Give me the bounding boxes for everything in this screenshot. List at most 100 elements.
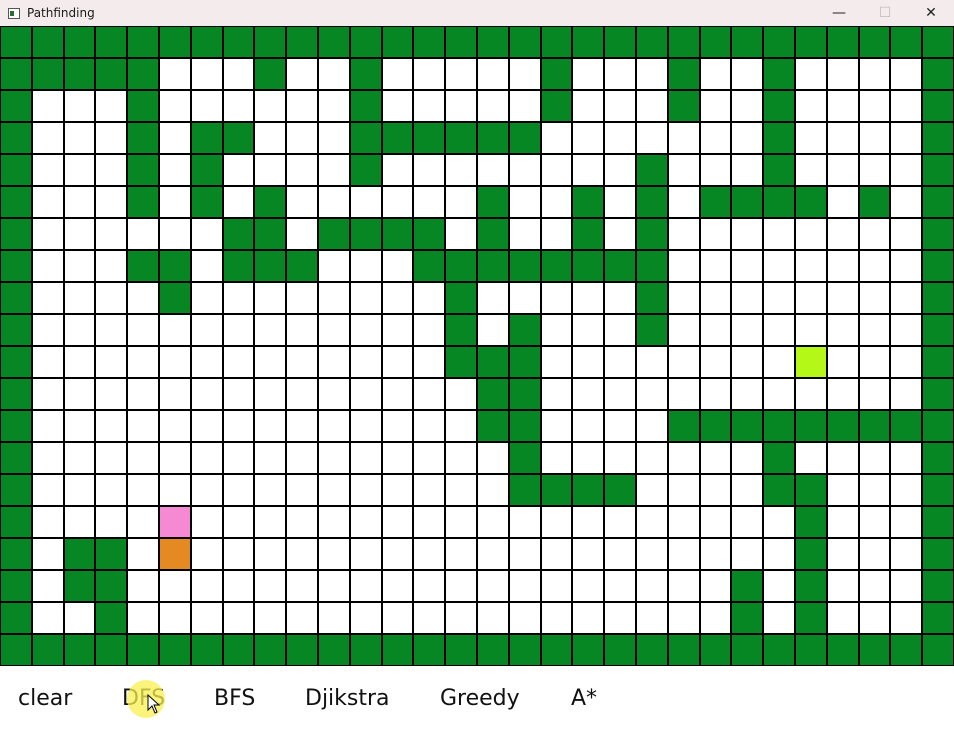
wall-cell[interactable] <box>1 379 31 409</box>
grid-cell[interactable] <box>160 603 190 633</box>
wall-cell[interactable] <box>192 155 222 185</box>
grid-cell[interactable] <box>96 219 126 249</box>
astar-button[interactable]: A* <box>571 666 597 725</box>
grid-cell[interactable] <box>128 283 158 313</box>
grid-cell[interactable] <box>224 315 253 345</box>
grid-cell[interactable] <box>319 379 349 409</box>
grid-cell[interactable] <box>224 347 253 377</box>
grid-cell[interactable] <box>828 91 858 121</box>
wall-cell[interactable] <box>669 59 699 89</box>
grid-cell[interactable] <box>96 91 126 121</box>
wall-cell[interactable] <box>828 635 858 665</box>
grid-cell[interactable] <box>605 443 635 473</box>
wall-cell[interactable] <box>351 155 381 185</box>
grid-cell[interactable] <box>128 411 158 441</box>
grid-cell[interactable] <box>860 379 889 409</box>
grid-cell[interactable] <box>478 315 508 345</box>
wall-cell[interactable] <box>573 187 603 217</box>
wall-cell[interactable] <box>192 187 222 217</box>
wall-cell[interactable] <box>224 251 253 281</box>
grid-cell[interactable] <box>192 507 222 537</box>
grid-cell[interactable] <box>351 475 381 505</box>
grid-cell[interactable] <box>33 315 63 345</box>
maximize-button[interactable]: ☐ <box>862 0 908 26</box>
wall-cell[interactable] <box>128 91 158 121</box>
grid-cell[interactable] <box>128 507 158 537</box>
wall-cell[interactable] <box>923 283 953 313</box>
grid-cell[interactable] <box>446 539 476 569</box>
grid-cell[interactable] <box>319 443 349 473</box>
clear-button[interactable]: clear <box>18 666 72 725</box>
wall-cell[interactable] <box>319 635 349 665</box>
grid-cell[interactable] <box>383 443 412 473</box>
wall-cell[interactable] <box>860 187 889 217</box>
grid-cell[interactable] <box>732 507 762 537</box>
grid-cell[interactable] <box>637 539 667 569</box>
grid-cell[interactable] <box>796 443 826 473</box>
grid-cell[interactable] <box>605 347 635 377</box>
grid-cell[interactable] <box>764 603 794 633</box>
grid-cell[interactable] <box>605 603 635 633</box>
grid-cell[interactable] <box>701 507 730 537</box>
grid-cell[interactable] <box>33 283 63 313</box>
wall-cell[interactable] <box>637 251 667 281</box>
grid-cell[interactable] <box>796 219 826 249</box>
grid-cell[interactable] <box>255 91 285 121</box>
grid-cell[interactable] <box>542 187 571 217</box>
grid-cell[interactable] <box>860 155 889 185</box>
grid-cell[interactable] <box>446 379 476 409</box>
wall-cell[interactable] <box>923 379 953 409</box>
wall-cell[interactable] <box>637 315 667 345</box>
wall-cell[interactable] <box>669 27 699 57</box>
wall-cell[interactable] <box>891 635 921 665</box>
grid-cell[interactable] <box>192 411 222 441</box>
grid-cell[interactable] <box>96 123 126 153</box>
grid-cell[interactable] <box>446 443 476 473</box>
wall-cell[interactable] <box>1 571 31 601</box>
grid-cell[interactable] <box>414 315 444 345</box>
wall-cell[interactable] <box>33 635 63 665</box>
wall-cell[interactable] <box>192 635 222 665</box>
grid-cell[interactable] <box>573 507 603 537</box>
grid-cell[interactable] <box>255 155 285 185</box>
grid-cell[interactable] <box>828 475 858 505</box>
wall-cell[interactable] <box>828 27 858 57</box>
grid-cell[interactable] <box>33 91 63 121</box>
grid-cell[interactable] <box>128 347 158 377</box>
wall-cell[interactable] <box>255 59 285 89</box>
grid-cell[interactable] <box>732 475 762 505</box>
grid-cell[interactable] <box>287 475 317 505</box>
grid-cell[interactable] <box>192 475 222 505</box>
grid-cell[interactable] <box>605 411 635 441</box>
wall-cell[interactable] <box>637 187 667 217</box>
grid-cell[interactable] <box>637 571 667 601</box>
grid-cell[interactable] <box>33 379 63 409</box>
wall-cell[interactable] <box>224 123 253 153</box>
grid-cell[interactable] <box>542 283 571 313</box>
grid-cell[interactable] <box>542 507 571 537</box>
grid-cell[interactable] <box>669 347 699 377</box>
wall-cell[interactable] <box>637 635 667 665</box>
grid-cell[interactable] <box>764 507 794 537</box>
wall-cell[interactable] <box>573 635 603 665</box>
wall-cell[interactable] <box>414 123 444 153</box>
wall-cell[interactable] <box>128 27 158 57</box>
grid-cell[interactable] <box>414 507 444 537</box>
grid-cell[interactable] <box>33 219 63 249</box>
grid-cell[interactable] <box>542 347 571 377</box>
grid-cell[interactable] <box>542 155 571 185</box>
wall-cell[interactable] <box>510 315 540 345</box>
grid-cell[interactable] <box>796 91 826 121</box>
wall-cell[interactable] <box>1 219 31 249</box>
grid-cell[interactable] <box>732 91 762 121</box>
grid-cell[interactable] <box>351 507 381 537</box>
wall-cell[interactable] <box>701 635 730 665</box>
grid-cell[interactable] <box>796 315 826 345</box>
grid-cell[interactable] <box>414 59 444 89</box>
grid-cell[interactable] <box>637 603 667 633</box>
grid-cell[interactable] <box>669 283 699 313</box>
bfs-button[interactable]: BFS <box>214 666 255 725</box>
grid-cell[interactable] <box>542 603 571 633</box>
wall-cell[interactable] <box>542 27 571 57</box>
wall-cell[interactable] <box>542 251 571 281</box>
